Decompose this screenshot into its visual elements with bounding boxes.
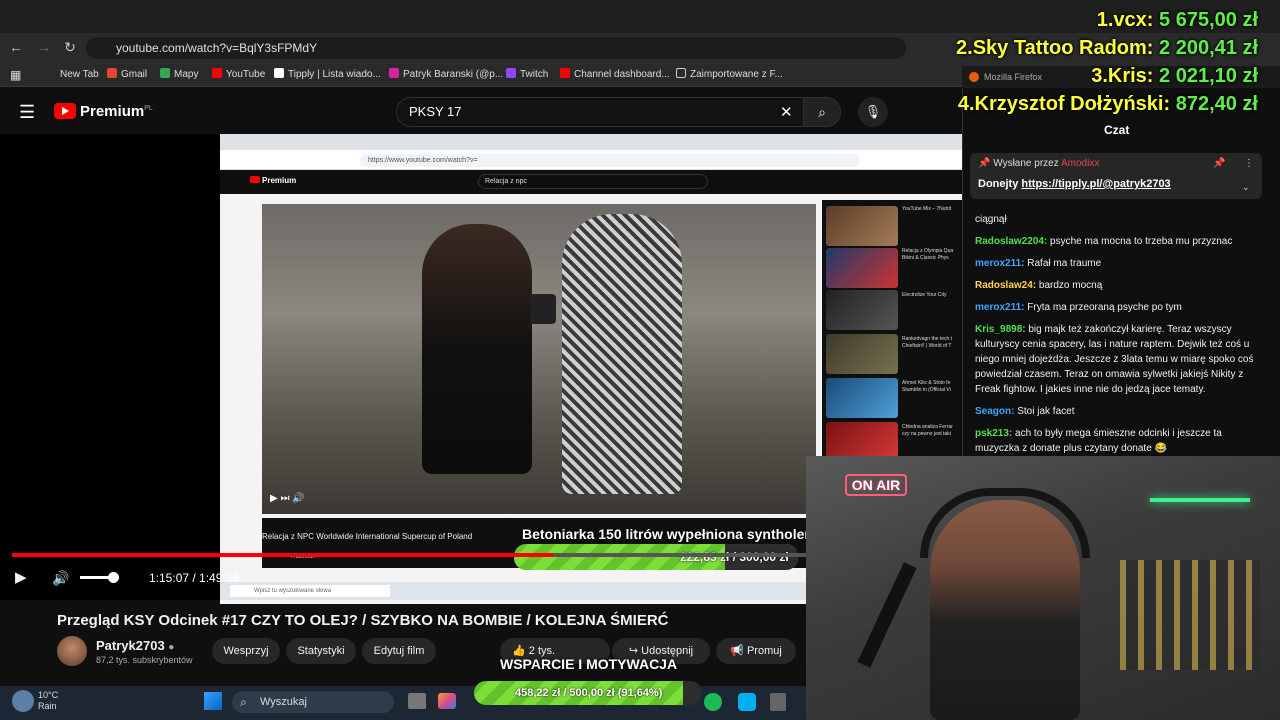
leaderboard-entry: 3.Kris: 2 021,10 zł xyxy=(1091,65,1258,87)
channel-name[interactable]: Patryk2703 ● xyxy=(96,638,174,653)
pinned-link[interactable]: https://tipply.pl/@patryk2703 xyxy=(1021,178,1170,190)
support-goal-title: WSPARCIE I MOTYWACJA xyxy=(500,656,678,672)
reload-icon[interactable]: ↻ xyxy=(60,37,80,57)
captured-youtube-header: Premium Relacja z npc xyxy=(220,170,962,194)
chat-message: ciągnął xyxy=(975,214,1007,225)
play-icon[interactable]: ▶ xyxy=(15,568,35,588)
mic-icon[interactable]: 🎙 xyxy=(858,97,888,127)
address-bar[interactable]: youtube.com/watch?v=BqlY3sFPMdY xyxy=(86,37,906,59)
weather-widget[interactable]: 10°C Rain xyxy=(38,690,58,712)
time-display: 1:15:07 / 1:49:56 xyxy=(149,571,240,585)
pinned-text: Donejty https://tipply.pl/@patryk2703 xyxy=(978,178,1171,190)
captured-taskbar: Wpisz tu wyszukiwane słowa xyxy=(220,582,810,600)
apps-icon[interactable]: ▦ xyxy=(10,67,21,83)
calculator-icon[interactable] xyxy=(770,693,786,711)
bookmark-new-tab[interactable]: New Tab xyxy=(60,67,99,83)
captured-address-bar: https://www.youtube.com/watch?v= xyxy=(220,150,962,170)
more-options-icon[interactable]: ⋮ xyxy=(1244,158,1254,169)
bookmark-gmail[interactable]: Gmail xyxy=(107,67,147,83)
trophy-shelf xyxy=(1120,560,1260,670)
clear-search-icon[interactable]: ✕ xyxy=(780,103,793,121)
video-title: Przegląd KSY Odcinek #17 CZY TO OLEJ? / … xyxy=(57,612,669,629)
chat-message-list: ciągnął Radoslaw2204: psyche ma mocna to… xyxy=(962,200,1280,456)
weather-icon xyxy=(12,690,34,712)
support-value: 458,22 zł / 500,00 zł (91,64%) xyxy=(515,687,663,699)
browser-tabstrip xyxy=(0,0,1280,33)
captured-video-frame: ▶ ⏭ 🔊 xyxy=(262,204,816,514)
promote-button[interactable]: 📢 Promuj xyxy=(716,638,796,664)
bookmark-channel-dashboard[interactable]: Channel dashboard... xyxy=(560,67,670,83)
bookmark-instagram[interactable]: Patryk Baranski (@p... xyxy=(389,67,503,83)
video-progress-bar[interactable] xyxy=(12,553,808,557)
chat-message: psk213: ach to były mega śmieszne odcink… xyxy=(975,428,1222,454)
volume-knob[interactable] xyxy=(108,572,119,583)
verified-icon: ● xyxy=(168,642,175,653)
firefox-icon xyxy=(969,72,979,82)
on-air-sign: ON AIR xyxy=(845,474,907,496)
channel-avatar[interactable] xyxy=(57,636,87,666)
chat-message: Seagon: Stoi jak facet xyxy=(975,406,1075,417)
pinned-by: 📌 Wysłane przez Amodixx xyxy=(978,158,1100,169)
chat-message: Radoslaw24: bardzo mocną xyxy=(975,280,1103,291)
bookmark-maps[interactable]: Mapy xyxy=(160,67,198,83)
captured-browser-tabs xyxy=(220,134,962,150)
skype-icon[interactable] xyxy=(738,693,756,711)
chat-message: merox211: Fryta ma przeoraną psyche po t… xyxy=(975,302,1182,313)
volume-icon[interactable]: 🔊 xyxy=(52,568,72,588)
unpin-icon[interactable]: 📌 xyxy=(1213,158,1225,169)
support-button[interactable]: Wesprzyj xyxy=(212,638,280,664)
bookmark-youtube[interactable]: YouTube xyxy=(212,67,265,83)
expand-chevron-icon[interactable]: ⌄ xyxy=(1242,182,1250,193)
back-icon[interactable]: ← xyxy=(6,37,26,57)
chat-message: Kris_9898: big majk też zakończył karier… xyxy=(975,324,1254,395)
search-button[interactable]: ⌕ xyxy=(803,97,841,127)
chat-title: Czat xyxy=(1104,123,1130,137)
captured-search-input: Relacja z npc xyxy=(478,174,708,189)
chat-message: Radoslaw2204: psyche ma mocna to trzeba … xyxy=(975,236,1233,247)
pin-icon: 📌 xyxy=(978,158,991,169)
spotify-icon[interactable] xyxy=(704,693,722,711)
bookmark-imported-folder[interactable]: Zaimportowane z F... xyxy=(676,67,783,83)
captured-recommendations: YouTube Mix – 7Nutrit Relacja z Olympia … xyxy=(822,200,962,462)
copilot-icon[interactable] xyxy=(438,693,456,709)
bookmark-tipply[interactable]: Tipply | Lista wiado... xyxy=(274,67,381,83)
forward-icon[interactable]: → xyxy=(34,37,54,57)
led-shelf xyxy=(1150,498,1250,502)
subscriber-count: 87,2 tys. subskrybentów xyxy=(96,655,193,665)
search-input[interactable]: PKSY 17 xyxy=(396,97,804,127)
edit-video-button[interactable]: Edytuj film xyxy=(362,638,436,664)
menu-icon[interactable]: ☰ xyxy=(19,102,35,123)
goal-title: Betoniarka 150 litrów wypełniona synthol… xyxy=(522,526,817,542)
taskbar-search[interactable]: Wyszukaj xyxy=(232,691,394,713)
chat-message: merox211: Rafał ma traume xyxy=(975,258,1102,269)
leaderboard-entry: 4.Krzysztof Dołżyński: 872,40 zł xyxy=(957,93,1258,115)
bookmark-twitch[interactable]: Twitch xyxy=(506,67,548,83)
windows-start-icon[interactable] xyxy=(204,692,222,710)
leaderboard-entry: 2.Sky Tattoo Radom: 2 200,41 zł xyxy=(956,37,1258,59)
search-icon: ⌕ xyxy=(240,695,247,709)
megaphone-icon: 📢 xyxy=(730,645,744,657)
stats-button[interactable]: Statystyki xyxy=(286,638,356,664)
task-view-icon[interactable] xyxy=(408,693,426,709)
leaderboard-entry: 1.vcx: 5 675,00 zł xyxy=(1096,9,1258,31)
youtube-logo[interactable]: PremiumPL xyxy=(54,103,153,121)
